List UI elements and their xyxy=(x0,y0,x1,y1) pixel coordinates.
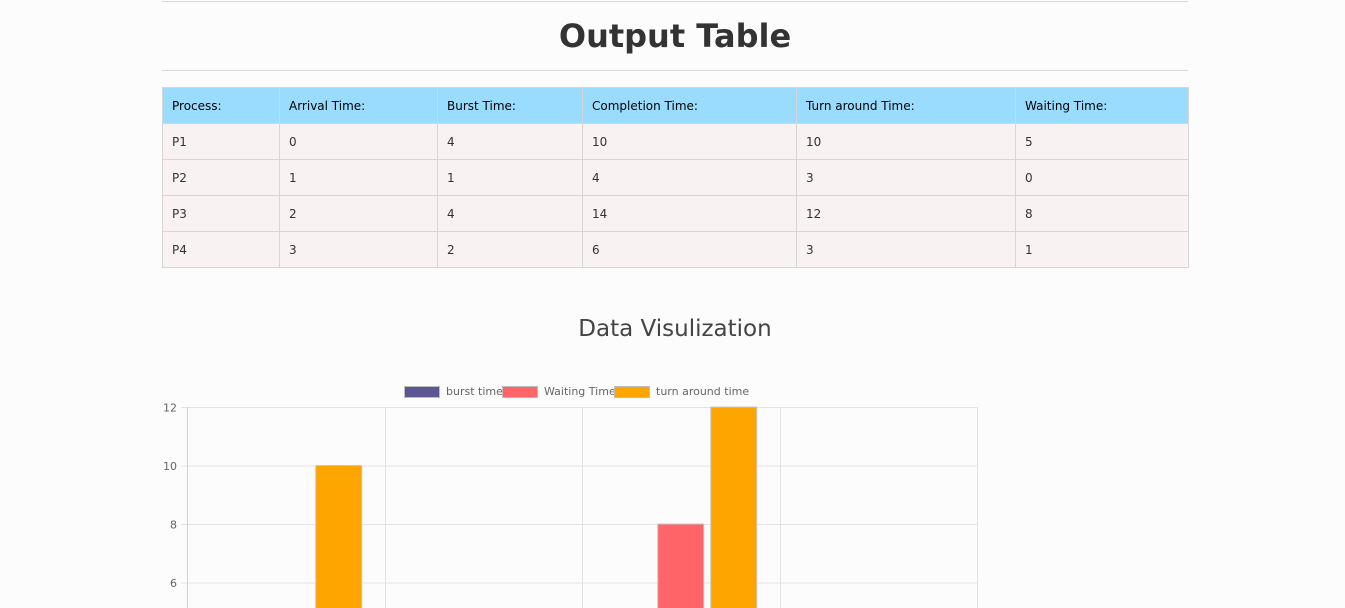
cell-completion-time: 10 xyxy=(582,123,797,160)
cell-arrival-time: 1 xyxy=(279,159,438,196)
table-row: P3 2 4 14 12 8 xyxy=(162,195,1189,232)
cell-process: P2 xyxy=(162,159,280,196)
visualization-title: Data Visulization xyxy=(578,316,772,342)
cell-waiting-time: 1 xyxy=(1015,231,1189,268)
cell-completion-time: 4 xyxy=(582,159,797,196)
cell-burst-time: 4 xyxy=(437,123,583,160)
header-turnaround-time: Turn around Time: xyxy=(796,87,1016,124)
output-table: Process: Arrival Time: Burst Time: Compl… xyxy=(162,87,1189,268)
cell-turnaround-time: 3 xyxy=(796,159,1016,196)
header-waiting-time: Waiting Time: xyxy=(1015,87,1189,124)
table-row: P2 1 1 4 3 0 xyxy=(162,159,1189,196)
cell-arrival-time: 0 xyxy=(279,123,438,160)
legend-swatch-turn-around-time xyxy=(614,386,650,398)
bar-turn-around-time-p1 xyxy=(315,465,363,608)
cell-burst-time: 4 xyxy=(437,195,583,232)
cell-waiting-time: 0 xyxy=(1015,159,1189,196)
cell-burst-time: 1 xyxy=(437,159,583,196)
header-burst-time: Burst Time: xyxy=(437,87,583,124)
cell-waiting-time: 5 xyxy=(1015,123,1189,160)
cell-arrival-time: 2 xyxy=(279,195,438,232)
legend-swatch-waiting-time xyxy=(502,386,538,398)
top-divider xyxy=(162,1,1188,2)
header-arrival-time: Arrival Time: xyxy=(279,87,438,124)
legend-label-burst-time: burst time xyxy=(446,385,503,398)
cell-turnaround-time: 10 xyxy=(796,123,1016,160)
cell-turnaround-time: 3 xyxy=(796,231,1016,268)
y-tick-label: 8 xyxy=(170,519,177,532)
cell-process: P1 xyxy=(162,123,280,160)
page: Output Table Process: Arrival Time: Burs… xyxy=(0,0,1345,608)
table-row: P1 0 4 10 10 5 xyxy=(162,123,1189,160)
cell-arrival-time: 3 xyxy=(279,231,438,268)
bar-turn-around-time-p3 xyxy=(710,406,758,608)
header-completion-time: Completion Time: xyxy=(582,87,797,124)
bar-chart: 6 8 10 12 burst time Waiting Time turn around … xyxy=(163,385,978,608)
y-tick-label: 6 xyxy=(170,577,177,590)
title-divider xyxy=(162,70,1188,71)
cell-process: P4 xyxy=(162,231,280,268)
page-title: Output Table xyxy=(558,17,792,55)
cell-process: P3 xyxy=(162,195,280,232)
header-process: Process: xyxy=(162,87,280,124)
y-tick-label: 12 xyxy=(163,402,177,415)
legend-label-waiting-time: Waiting Time xyxy=(544,385,616,398)
cell-turnaround-time: 12 xyxy=(796,195,1016,232)
cell-completion-time: 14 xyxy=(582,195,797,232)
bar-waiting-time-p3 xyxy=(657,523,705,608)
cell-burst-time: 2 xyxy=(437,231,583,268)
table-header-row: Process: Arrival Time: Burst Time: Compl… xyxy=(162,87,1189,124)
legend-swatch-burst-time xyxy=(404,386,440,398)
legend-label-turn-around-time: turn around time xyxy=(656,385,749,398)
cell-completion-time: 6 xyxy=(582,231,797,268)
table-row: P4 3 2 6 3 1 xyxy=(162,231,1189,268)
y-tick-label: 10 xyxy=(163,460,177,473)
cell-waiting-time: 8 xyxy=(1015,195,1189,232)
